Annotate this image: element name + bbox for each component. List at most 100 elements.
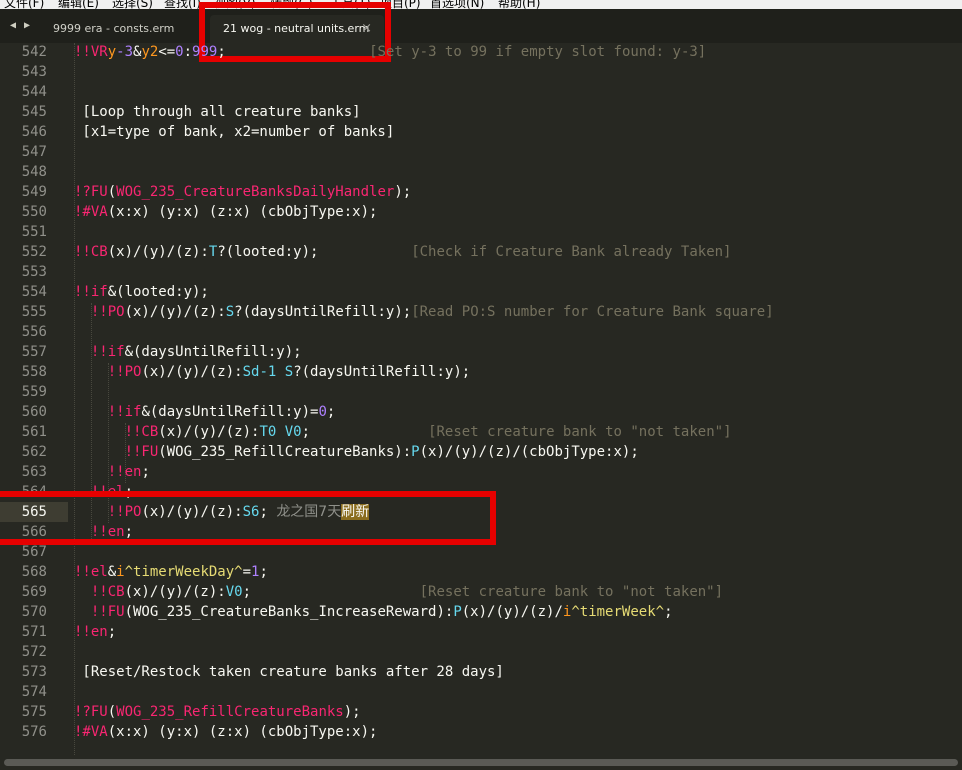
code-line[interactable]: 554 !!if&(looted:y); [0,282,962,302]
code-token: !!PO [74,304,125,320]
code-token: ?(daysUntilRefill:y); [234,304,412,320]
code-line[interactable]: 565 !!PO(x)/(y)/(z):S6; 龙之国7天刷新 [0,502,962,522]
code-line[interactable]: 574 [0,682,962,702]
code-line[interactable]: 569 !!CB(x)/(y)/(z):V0; [Reset creature … [0,582,962,602]
code-text: !#VA(x:x) (y:x) (z:x) (cbObjType:x); [74,722,377,742]
menu-item-goto[interactable]: 转到(G) [270,0,313,9]
code-token: ; [141,464,150,480]
menu-item-project[interactable]: 项目(P) [380,0,421,9]
line-number: 555 [21,304,47,320]
line-number: 576 [21,724,47,740]
scrollbar-thumb[interactable] [4,759,958,766]
code-token: V0 [284,424,302,440]
code-token: !?FU [74,704,108,720]
code-line[interactable]: 544 [0,82,962,102]
code-text: [Reset/Restock taken creature banks afte… [74,662,503,682]
code-line[interactable]: 546 [x1=type of bank, x2=number of banks… [0,122,962,142]
code-line[interactable]: 555 !!PO(x)/(y)/(z):S?(daysUntilRefill:y… [0,302,962,322]
line-number: 560 [21,404,47,420]
code-token: WOG_235_CreatureBanksDailyHandler [116,184,395,200]
tab-label: 9999 era - consts.erm [53,22,175,35]
line-number: 566 [21,524,47,540]
code-token: (x)/(y)/(z): [107,244,209,260]
code-line[interactable]: 561 !!CB(x)/(y)/(z):T0 V0; [Reset creatu… [0,422,962,442]
code-line[interactable]: 560 !!if&(daysUntilRefill:y)=0; [0,402,962,422]
menu-item-file[interactable]: 文件(F) [4,0,44,9]
code-line[interactable]: 563 !!en; [0,462,962,482]
code-line[interactable]: 543 [0,62,962,82]
code-token: !!el [74,564,108,580]
tab-forward-arrow-icon[interactable]: ▶ [24,20,30,31]
line-number: 545 [21,104,47,120]
code-line[interactable]: 567 [0,542,962,562]
code-token: !?FU [74,184,108,200]
code-token: ; [107,624,117,640]
code-line[interactable]: 551 [0,222,962,242]
code-token: ; [301,424,311,440]
code-line[interactable]: 566 !!en; [0,522,962,542]
code-token: [x1=type of bank, x2=number of banks] [74,124,395,140]
code-token: !!PO [74,504,142,520]
code-line[interactable]: 559 [0,382,962,402]
code-line[interactable]: 553 [0,262,962,282]
code-token: 刷新 [341,504,370,520]
menu-item-view[interactable]: 视图(V) [214,0,256,9]
tab-close-icon[interactable]: × [361,15,372,43]
tab-back-arrow-icon[interactable]: ◀ [10,20,16,31]
tab-consts-erm[interactable]: 9999 era - consts.erm [46,15,203,43]
code-token: (x:x) (y:x) (z:x) (cbObjType:x); [107,724,378,740]
code-text: !?FU(WOG_235_RefillCreatureBanks); [74,702,361,722]
code-line[interactable]: 550 !#VA(x:x) (y:x) (z:x) (cbObjType:x); [0,202,962,222]
code-token: WOG_235_RefillCreatureBanks [116,704,344,720]
code-line[interactable]: 558 !!PO(x)/(y)/(z):Sd-1 S?(daysUntilRef… [0,362,962,382]
code-line[interactable]: 557 !!if&(daysUntilRefill:y); [0,342,962,362]
code-token: T0 [259,424,277,440]
code-line[interactable]: 568 !!el&i^timerWeekDay^=1; [0,562,962,582]
menu-item-find[interactable]: 查找(I) [164,0,201,9]
line-number: 544 [21,84,47,100]
code-line[interactable]: 573 [Reset/Restock taken creature banks … [0,662,962,682]
code-line[interactable]: 545 [Loop through all creature banks] [0,102,962,122]
code-line[interactable]: 575 !?FU(WOG_235_RefillCreatureBanks); [0,702,962,722]
line-number: 557 [21,344,47,360]
code-token: !!CB [74,424,159,440]
code-line[interactable]: 549 !?FU(WOG_235_CreatureBanksDailyHandle… [0,182,962,202]
code-text: !!el; [74,482,133,502]
code-token: !!el [74,484,125,500]
menu-item-preferences[interactable]: 首选项(N) [430,0,484,9]
code-line[interactable]: 547 [0,142,962,162]
code-line[interactable]: 562 !!FU(WOG_235_RefillCreatureBanks):P(… [0,442,962,462]
code-line[interactable]: 556 [0,322,962,342]
line-number: 553 [21,264,47,280]
code-editor[interactable]: 542 !!VRy-3&y2<=0:999; [Set y-3 to 99 if … [0,43,962,755]
code-line[interactable]: 564 !!el; [0,482,962,502]
tab-neutral-units-erm[interactable]: 21 wog - neutral units.erm × [210,15,384,43]
menu-item-tools[interactable]: 工具(T) [330,0,371,9]
code-token: ; [259,564,268,580]
code-line[interactable]: 570 !!FU(WOG_235_CreatureBanks_IncreaseR… [0,602,962,622]
menu-item-selection[interactable]: 选择(S) [112,0,153,9]
menu-item-edit[interactable]: 编辑(E) [58,0,99,9]
code-token: !#VA [74,204,108,220]
code-token: [Reset creature bank to "not taken"] [419,584,724,600]
code-token: ; [259,504,277,520]
code-token: !!FU [74,444,159,460]
line-number: 573 [21,664,47,680]
code-line[interactable]: 552 !!CB(x)/(y)/(z):T?(looted:y); [Check … [0,242,962,262]
code-line[interactable]: 572 [0,642,962,662]
menu-item-help[interactable]: 帮助(H) [498,0,540,9]
code-token: 0 [318,404,327,420]
code-line[interactable]: 571 !!en; [0,622,962,642]
code-line[interactable]: 548 [0,162,962,182]
code-token: ; [124,524,134,540]
code-token: = [242,564,252,580]
code-token: !!en [74,524,125,540]
code-token: S [225,304,235,320]
horizontal-scrollbar[interactable] [0,755,962,770]
code-token: (x)/(y)/(z)/ [461,604,563,620]
code-line[interactable]: 542 !!VRy-3&y2<=0:999; [Set y-3 to 99 if … [0,43,962,62]
code-token: 0 [175,44,184,60]
code-token: 999 [192,44,218,60]
code-line[interactable]: 576 !#VA(x:x) (y:x) (z:x) (cbObjType:x); [0,722,962,742]
